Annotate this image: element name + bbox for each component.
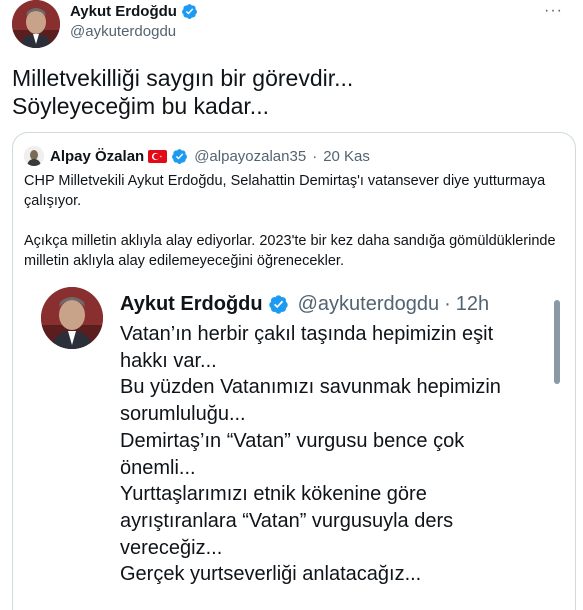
screenshot-line: önemli... — [120, 456, 196, 479]
screenshot-line: Gerçek yurtseverliği anlatacağız... — [120, 563, 422, 586]
screenshot-line: Demirtaş’ın “Vatan” vurgusu bence çok — [120, 429, 465, 452]
quoted-media-image[interactable]: Aykut Erdoğdu @aykuterdogdu · 12h Vatan’… — [24, 277, 569, 610]
verified-badge-icon — [182, 4, 197, 19]
screenshot-line: hakkı var... — [120, 349, 217, 372]
author-name[interactable]: Aykut Erdoğdu — [70, 3, 177, 20]
tweet-line: Milletvekilliği saygın bir görevdir... — [12, 65, 354, 91]
quoted-tweet-date[interactable]: 20 Kas — [323, 148, 370, 165]
screenshot-line: Bu yüzden Vatanımızı savunmak hepimizin — [120, 376, 501, 399]
author-name-row: Aykut Erdoğdu — [70, 3, 198, 20]
screenshot-time: 12h — [455, 293, 490, 315]
quoted-author-avatar — [24, 146, 44, 166]
screenshot-line: sorumluluğu... — [120, 403, 246, 426]
screenshot-header: Aykut Erdoğdu @aykuterdogdu · 12h — [120, 293, 489, 316]
more-icon[interactable]: ··· — [544, 2, 563, 20]
screenshot-line: Vatan’ın herbir çakıl taşında hepimizin … — [120, 323, 494, 345]
screenshot-tweet-text: Vatan’ın herbir çakıl taşında hepimizin … — [120, 321, 540, 588]
quoted-author-handle: @alpayozalan35 — [194, 147, 307, 165]
verified-badge-icon — [268, 295, 288, 314]
tweet-line: Söyleyeceğim bu kadar... — [12, 93, 269, 119]
screenshot-line: vereceğiz... — [120, 536, 223, 559]
tweet-header: Aykut Erdoğdu @aykuterdogdu ··· — [12, 0, 571, 52]
tweet-text: Milletvekilliği saygın bir görevdir... S… — [12, 64, 567, 120]
author-avatar[interactable] — [12, 0, 60, 48]
screenshot-line: Yurttaşlarımızı etnik kökenine göre — [120, 483, 427, 506]
verified-badge-icon — [172, 148, 188, 164]
quoted-tweet-text: CHP Milletvekili Aykut Erdoğdu, Selahatt… — [24, 171, 564, 271]
turkey-flag-icon — [148, 149, 168, 163]
quoted-author-name: Alpay Özalan — [50, 147, 145, 165]
screenshot-avatar — [41, 287, 103, 349]
quoted-paragraph: Açıkça milletin aklıyla alay ediyorlar. … — [24, 233, 556, 269]
separator-dot: · — [312, 147, 318, 165]
scrollbar-thumb[interactable] — [554, 300, 560, 384]
author-handle[interactable]: @aykuterdogdu — [70, 23, 176, 40]
quoted-tweet[interactable]: Alpay Özalan @alpayozalan35 · 20 Kas CHP… — [12, 132, 576, 610]
quoted-paragraph: CHP Milletvekili Aykut Erdoğdu, Selahatt… — [24, 173, 546, 209]
quoted-tweet-header: Alpay Özalan @alpayozalan35 · 20 Kas — [24, 146, 370, 166]
screenshot-author-name: Aykut Erdoğdu — [120, 293, 263, 315]
screenshot-author-handle: @aykuterdogdu — [297, 293, 440, 315]
screenshot-line: ayrıştıranlara “Vatan” vurgusuyla ders — [120, 509, 454, 532]
separator-dot: · — [444, 293, 451, 315]
